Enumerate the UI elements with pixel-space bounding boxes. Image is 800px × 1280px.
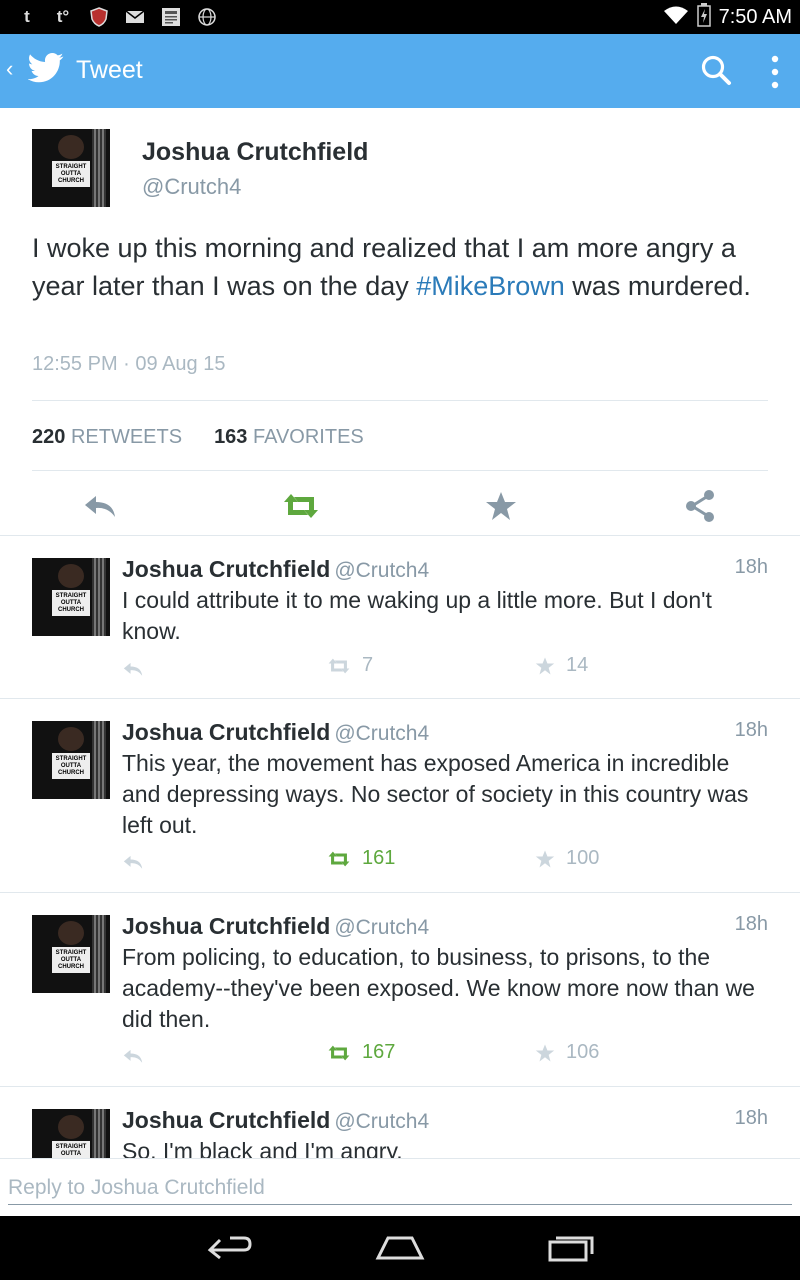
back-chevron-icon[interactable]: ‹ [6,56,13,82]
mail-icon [124,6,146,28]
tweet-text: This year, the movement has exposed Amer… [122,750,749,838]
clock: 7:50 AM [718,5,792,28]
reply-icon [123,1049,143,1063]
retweet-icon [328,658,350,673]
wifi-icon [663,5,689,30]
retweet-icon [328,1045,350,1060]
reply-button[interactable] [122,851,144,878]
reply-button[interactable] [122,658,144,685]
reply-tweet[interactable]: STRAIGHT OUTTA CHURCH Joshua Crutchfield… [0,536,800,698]
tweet-time: 18h [734,913,768,935]
search-button[interactable] [698,52,736,90]
retweet-button[interactable]: 161 [326,847,395,870]
back-button[interactable] [200,1230,260,1266]
recents-button[interactable] [540,1230,600,1266]
tweet-actions: 161 100 [122,847,682,877]
favorite-button[interactable]: 100 [534,847,599,870]
reply-tweet[interactable]: STRAIGHT OUTTA CHURCH Joshua Crutchfield… [0,893,800,1086]
tweet-stats: 220 RETWEETS 163 FAVORITES [32,426,364,449]
favorite-button[interactable] [483,488,519,524]
retweet-button[interactable] [282,488,318,524]
more-vertical-icon [771,55,779,89]
reply-tweet[interactable]: STRAIGHT OUTTA CHURCH Joshua Crutchfield… [0,1087,800,1158]
tumblr-icon: t [24,7,30,26]
avatar[interactable]: STRAIGHT OUTTA CHURCH [32,558,110,636]
avatar[interactable]: STRAIGHT OUTTA CHURCH [32,129,110,207]
tweet-time: 18h [734,1107,768,1129]
tweet-text: I woke up this morning and realized that… [32,233,751,301]
avatar[interactable]: STRAIGHT OUTTA CHURCH [32,1109,110,1158]
app-bar: ‹ Tweet [0,34,800,108]
navigation-bar [0,1216,800,1280]
battery-icon [696,2,711,32]
reply-button[interactable] [122,1045,144,1072]
favorite-button[interactable]: 14 [534,654,588,677]
twitter-bird-icon[interactable] [27,53,64,88]
retweet-count: 7 [362,654,374,676]
reply-icon [123,855,143,869]
tweet-actions: 7 14 [122,654,682,684]
reply-icon [85,496,115,517]
retweet-count: 167 [362,1041,396,1063]
favorite-count: 14 [566,654,589,676]
author-name[interactable]: Joshua Crutchfield @Crutch4 [122,1107,429,1134]
author-name[interactable]: Joshua Crutchfield @Crutch4 [122,913,429,940]
retweet-count: 161 [362,847,396,869]
favorite-count: 106 [566,1041,600,1063]
retweet-icon [328,851,350,866]
author-handle[interactable]: @Crutch4 [142,174,241,200]
tweet-actions: 167 106 [122,1041,682,1071]
author-name[interactable]: Joshua Crutchfield [142,138,368,167]
star-icon [535,656,555,675]
avatar[interactable]: STRAIGHT OUTTA CHURCH [32,721,110,799]
author-handle[interactable]: @Crutch4 [334,559,429,582]
tweet-timestamp: 12:55 PM · 09 Aug 15 [32,353,226,375]
news-icon [160,6,182,28]
retweet-button[interactable]: 167 [326,1041,395,1064]
favorite-button[interactable]: 106 [534,1041,599,1064]
author-name[interactable]: Joshua Crutchfield @Crutch4 [122,556,429,583]
star-icon [486,492,516,520]
retweets-stat[interactable]: 220 RETWEETS [32,426,182,449]
tweet-time: 18h [734,556,768,578]
recent-apps-icon [548,1236,594,1262]
home-icon [375,1236,425,1260]
tweet-text: I could attribute it to me waking up a l… [122,587,712,644]
home-button[interactable] [370,1230,430,1266]
reply-input[interactable] [8,1171,792,1205]
share-icon [686,490,714,522]
reply-button[interactable] [82,488,118,524]
tweet-actions [0,480,800,534]
reply-icon [123,662,143,676]
favorites-stat[interactable]: 163 FAVORITES [214,426,364,449]
author-handle[interactable]: @Crutch4 [334,722,429,745]
retweet-icon [284,494,318,518]
hashtag-link[interactable]: #MikeBrown [416,271,565,301]
notification-icons: t t° [16,4,218,30]
share-button[interactable] [683,488,719,524]
tweet-text: From policing, to education, to business… [122,944,755,1032]
star-icon [535,1043,555,1062]
star-icon [535,849,555,868]
divider [32,400,768,401]
divider [32,470,768,471]
status-bar: t t° 7:50 AM [0,0,800,34]
search-icon [701,55,731,85]
page-title: Tweet [76,56,143,84]
author-handle[interactable]: @Crutch4 [334,1110,429,1133]
shield-app-icon [88,6,110,28]
avatar[interactable]: STRAIGHT OUTTA CHURCH [32,915,110,993]
retweet-button[interactable]: 7 [326,654,373,677]
reply-compose-bar [0,1158,800,1216]
tweet-text: So, I'm black and I'm angry. [122,1138,403,1158]
overflow-menu-button[interactable] [760,52,790,92]
back-arrow-icon [207,1236,252,1260]
reply-tweet[interactable]: STRAIGHT OUTTA CHURCH Joshua Crutchfield… [0,699,800,892]
tweet-time: 18h [734,719,768,741]
favorite-count: 100 [566,847,600,869]
author-handle[interactable]: @Crutch4 [334,916,429,939]
tumblr-notify-icon: t° [56,7,70,26]
author-name[interactable]: Joshua Crutchfield @Crutch4 [122,719,429,746]
globe-icon [196,6,218,28]
